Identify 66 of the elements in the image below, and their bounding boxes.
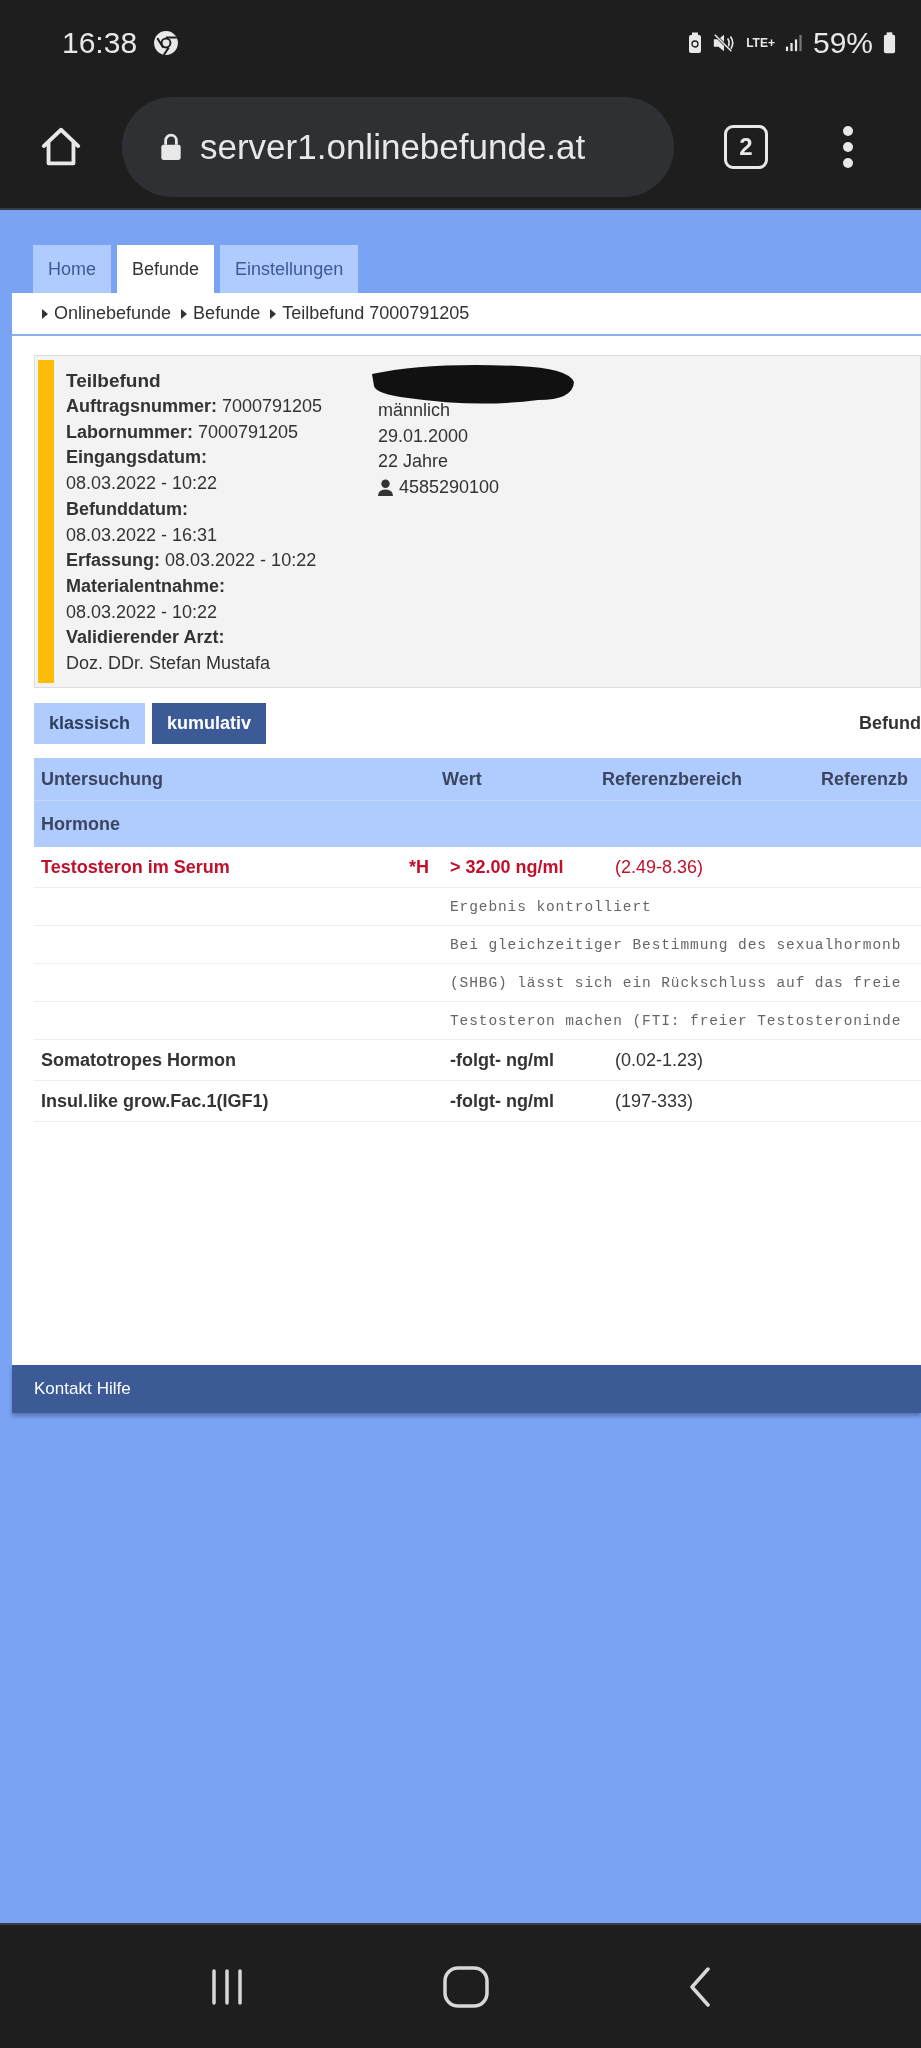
field-value: 08.03.2022 - 10:22 [66,600,219,624]
mute-icon [712,31,737,54]
caret-icon [270,308,277,319]
caret-icon [42,308,48,319]
reference-range: (2.49-8.36) [615,856,705,878]
back-icon[interactable] [687,1966,712,2007]
menu-icon[interactable] [842,124,854,169]
comment-text: Testosteron machen (FTI: freier Testosteroninde [450,1012,902,1029]
field-value: 08.03.2022 - 10:22 [66,472,219,496]
reference-range: (197-333) [615,1090,695,1112]
field-text: Labornummer: 7000791205 [66,420,300,444]
lock-icon [160,132,182,161]
patient-detail: 29.01.2000 [378,424,470,448]
column-header: Untersuchung [40,768,164,790]
test-name: Insul.like grow.Fac.1(IGF1) [40,1090,270,1112]
signal-icon [784,32,803,53]
view-toggle-button[interactable]: klassisch [34,703,146,744]
address-bar[interactable]: server1.onlinebefunde.at [122,96,674,197]
field-label: Befunddatum: [66,497,189,521]
group-header: Hormone [34,801,921,847]
nav-tab[interactable]: Home [33,245,111,293]
tab-count-button[interactable]: 2 [724,124,768,169]
comment-text: Ergebnis kontrolliert [450,898,652,915]
footer-link[interactable]: Kontakt [34,1379,92,1399]
breadcrumb-link[interactable]: Befunde [193,303,261,324]
result-value: -folgt- ng/ml [450,1049,555,1071]
field-label: Validierender Arzt: [66,626,226,650]
befund-label: Befund [859,713,921,734]
nav-tab[interactable]: Befunde [117,245,215,293]
test-name: Testosteron im Serum [40,856,231,878]
view-toggle-button[interactable]: kumulativ [152,703,267,744]
patient-detail: männlich [378,399,452,422]
flag-text: *H [409,856,429,877]
battery-icon [883,30,896,55]
breadcrumb-link[interactable]: Teilbefund 7000791205 [282,303,470,324]
recent-apps-icon[interactable] [209,1968,244,2005]
field-value: Doz. DDr. Stefan Mustafa [66,652,272,676]
network-type: LTE+ [746,35,775,50]
home-button-icon[interactable] [442,1965,489,2008]
patient-id: 4585290100 [399,476,500,500]
column-header: Wert [442,768,483,790]
battery-saver-icon [688,31,703,54]
test-name: Somatotropes Hormon [40,1049,237,1071]
clock-time: 16:38 [62,25,138,60]
report-title: Teilbefund [66,369,162,393]
caret-icon [181,308,188,319]
nav-tab[interactable]: Einstellungen [220,245,359,293]
result-value: -folgt- ng/ml [450,1090,555,1112]
url-text: server1.onlinebefunde.at [200,126,586,167]
person-icon [378,479,393,497]
field-label: Materialentnahme: [66,574,227,598]
reference-range: (0.02-1.23) [615,1049,705,1071]
field-label: Eingangsdatum: [66,446,208,470]
column-header: Referenzb [821,768,909,790]
patient-detail: 22 Jahre [378,450,450,474]
footer-link[interactable]: Hilfe [96,1379,131,1399]
browser-icon [153,29,180,56]
comment-text: (SHBG) lässt sich ein Rückschluss auf das freie [450,974,902,991]
column-header: Referenzbereich [602,768,744,790]
breadcrumb-link[interactable]: Onlinebefunde [54,303,172,324]
field-value: 08.03.2022 - 16:31 [66,523,219,547]
field-text: Erfassung: 08.03.2022 - 10:22 [66,549,318,573]
comment-text: Bei gleichzeitiger Bestimmung des sexualhormonb [450,936,902,953]
battery-percentage: 59% [812,25,873,60]
field-text: Auftragsnummer: 7000791205 [66,395,324,418]
result-value: > 32.00 ng/ml [450,856,565,878]
